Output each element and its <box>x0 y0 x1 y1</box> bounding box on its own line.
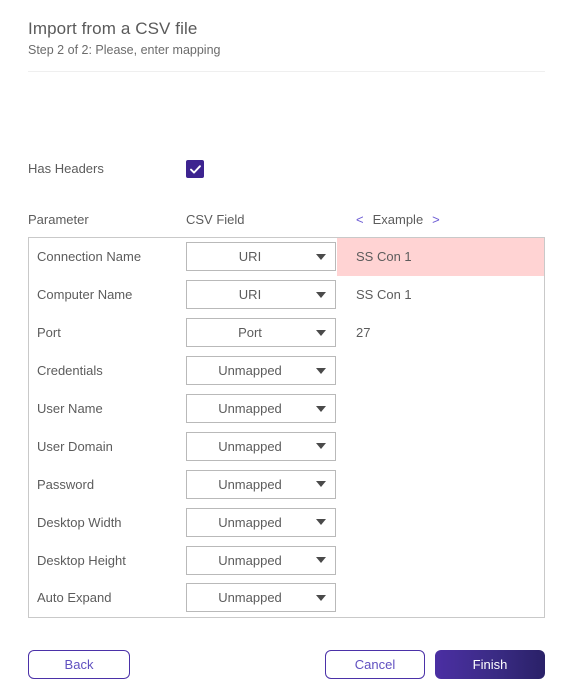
csv-field-select[interactable]: Port <box>186 318 336 348</box>
chevron-down-icon <box>316 594 326 601</box>
column-header-csv-field: CSV Field <box>186 212 245 227</box>
parameter-label: User Domain <box>37 438 113 454</box>
chevron-down-icon <box>316 367 326 374</box>
chevron-down-icon <box>316 557 326 564</box>
example-value: 27 <box>356 325 371 341</box>
example-value: SS Con 1 <box>337 238 544 276</box>
parameter-label: Auto Expand <box>37 590 112 606</box>
table-row: Desktop Width Unmapped <box>29 503 544 541</box>
table-row: Desktop Height Unmapped <box>29 541 544 579</box>
table-row: Auto Expand Unmapped <box>29 579 544 617</box>
chevron-down-icon <box>316 253 326 260</box>
example-label: Example <box>372 212 424 227</box>
csv-field-value: Unmapped <box>218 590 282 606</box>
table-row: Credentials Unmapped <box>29 352 544 390</box>
csv-field-select[interactable]: Unmapped <box>186 583 336 613</box>
example-prev-arrow-icon[interactable]: < <box>356 212 364 227</box>
dialog-header: Import from a CSV file Step 2 of 2: Plea… <box>0 0 573 72</box>
csv-field-value: Port <box>238 325 262 341</box>
csv-field-select[interactable]: Unmapped <box>186 545 336 575</box>
example-value <box>337 352 544 390</box>
has-headers-label: Has Headers <box>28 161 104 176</box>
example-value <box>337 427 544 465</box>
example-value <box>337 465 544 503</box>
csv-field-select[interactable]: Unmapped <box>186 507 336 537</box>
chevron-down-icon <box>316 481 326 488</box>
column-header-example: < Example > <box>356 212 440 227</box>
page-subtitle: Step 2 of 2: Please, enter mapping <box>28 43 221 57</box>
example-next-arrow-icon[interactable]: > <box>432 212 440 227</box>
has-headers-checkbox[interactable] <box>186 160 204 178</box>
back-button[interactable]: Back <box>28 650 130 679</box>
csv-field-value: Unmapped <box>218 514 282 530</box>
chevron-down-icon <box>316 519 326 526</box>
chevron-down-icon <box>316 443 326 450</box>
csv-field-value: URI <box>238 287 262 303</box>
table-row: Password Unmapped <box>29 465 544 503</box>
mapping-table: Connection Name URI SS Con 1 Computer Name U… <box>28 237 545 618</box>
example-value <box>337 390 544 428</box>
parameter-label: Connection Name <box>37 249 142 265</box>
csv-field-select[interactable]: Unmapped <box>186 356 336 386</box>
csv-field-select[interactable]: Unmapped <box>186 394 336 423</box>
chevron-down-icon <box>316 329 326 336</box>
chevron-down-icon <box>316 405 326 412</box>
parameter-label: Computer Name <box>37 287 133 303</box>
header-divider <box>28 71 545 72</box>
table-row: Port Port 27 <box>29 314 544 352</box>
example-value <box>337 579 544 617</box>
example-value <box>337 541 544 579</box>
parameter-label: Password <box>37 476 95 492</box>
parameter-label: Desktop Height <box>37 552 126 568</box>
cancel-button[interactable]: Cancel <box>325 650 425 679</box>
table-row: User Name Unmapped <box>29 390 544 428</box>
table-row: Connection Name URI SS Con 1 <box>29 238 544 276</box>
csv-field-value: Unmapped <box>218 401 282 416</box>
finish-button[interactable]: Finish <box>435 650 545 679</box>
table-row: Computer Name URI SS Con 1 <box>29 276 544 314</box>
csv-field-select[interactable]: URI <box>186 242 336 272</box>
parameter-label: User Name <box>37 401 103 416</box>
checkmark-icon <box>189 163 202 176</box>
csv-field-value: URI <box>238 249 262 265</box>
column-header-parameter: Parameter <box>28 212 89 227</box>
csv-field-value: Unmapped <box>218 552 282 568</box>
example-value <box>337 503 544 541</box>
example-value: SS Con 1 <box>356 287 412 303</box>
csv-field-select[interactable]: URI <box>186 280 336 310</box>
parameter-label: Desktop Width <box>37 514 122 530</box>
parameter-label: Credentials <box>37 363 103 379</box>
chevron-down-icon <box>316 291 326 298</box>
table-row: User Domain Unmapped <box>29 427 544 465</box>
csv-field-value: Unmapped <box>218 438 282 454</box>
csv-field-select[interactable]: Unmapped <box>186 469 336 499</box>
csv-field-select[interactable]: Unmapped <box>186 431 336 461</box>
parameter-label: Port <box>37 325 61 341</box>
csv-field-value: Unmapped <box>218 476 282 492</box>
page-title: Import from a CSV file <box>28 19 198 38</box>
csv-field-value: Unmapped <box>218 363 282 379</box>
